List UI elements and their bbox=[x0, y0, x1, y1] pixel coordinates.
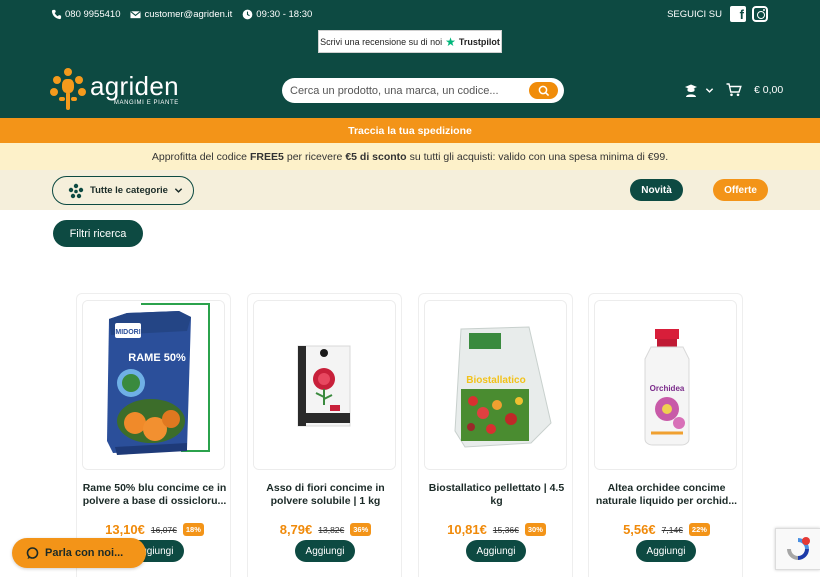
cart-icon[interactable] bbox=[726, 83, 742, 97]
add-to-cart-button[interactable]: Aggiungi bbox=[466, 540, 526, 562]
price-row: 8,79€ 13,82€ 36% bbox=[248, 522, 403, 537]
product-card[interactable]: MIDORI RAME 50% Rame 50% blu concime ce … bbox=[76, 293, 231, 577]
product-card[interactable]: Asso di fiori concime in polvere solubil… bbox=[247, 293, 402, 577]
trustpilot-text: Scrivi una recensione su di noi bbox=[320, 36, 443, 47]
promo-code: FREE5 bbox=[250, 150, 284, 163]
product-old-price: 7,14€ bbox=[661, 524, 683, 535]
product-image[interactable]: Biostallatico bbox=[424, 300, 567, 470]
account-cart-area: € 0,00 bbox=[683, 82, 783, 98]
trustpilot-review-link[interactable]: Scrivi una recensione su di noi ★ Trustp… bbox=[318, 30, 502, 53]
price-row: 13,10€ 16,07€ 18% bbox=[77, 522, 232, 537]
search-button[interactable] bbox=[529, 82, 558, 99]
email-contact[interactable]: customer@agriden.it bbox=[130, 9, 232, 20]
promo-banner: Approfitta del codice FREE5 per ricevere… bbox=[0, 143, 820, 170]
track-shipment-label: Traccia la tua spedizione bbox=[348, 124, 472, 137]
instagram-icon[interactable] bbox=[752, 6, 768, 22]
discount-badge: 18% bbox=[182, 523, 204, 536]
add-to-cart-button[interactable]: Aggiungi bbox=[295, 540, 355, 562]
product-old-price: 16,07€ bbox=[150, 524, 177, 535]
phone-contact[interactable]: 080 9955410 bbox=[51, 9, 120, 20]
product-card[interactable]: Biostallatico Biostallatico pellettato |… bbox=[418, 293, 573, 577]
hours-text: 09:30 - 18:30 bbox=[256, 9, 313, 20]
category-bar: Tutte le categorie Novità Offerte bbox=[0, 170, 820, 210]
add-to-cart-label: Aggiungi bbox=[476, 545, 516, 557]
discount-badge: 22% bbox=[688, 523, 710, 536]
phone-number: 080 9955410 bbox=[65, 9, 121, 20]
product-title[interactable]: Asso di fiori concime in polvere solubil… bbox=[252, 482, 399, 507]
social-links: SEGUICI SU f bbox=[667, 6, 768, 22]
search-bar bbox=[282, 78, 564, 103]
price-row: 5,56€ 7,14€ 22% bbox=[589, 522, 744, 537]
user-account-icon[interactable] bbox=[683, 82, 699, 98]
product-card[interactable]: Orchidea Altea orchidee concime naturale… bbox=[588, 293, 743, 577]
novita-label: Novità bbox=[641, 184, 672, 196]
logo-mark-icon bbox=[50, 68, 86, 110]
logo-name: agriden bbox=[90, 70, 179, 101]
add-to-cart-label: Aggiungi bbox=[305, 545, 345, 557]
search-icon bbox=[538, 85, 549, 96]
product-label-text: Biostallatico bbox=[466, 375, 525, 386]
recaptcha-icon bbox=[787, 537, 810, 560]
product-price: 8,79€ bbox=[279, 522, 313, 537]
product-title[interactable]: Biostallatico pellettato | 4.5 kg bbox=[423, 482, 570, 507]
product-image[interactable] bbox=[253, 300, 396, 470]
promo-text-2: per ricevere bbox=[286, 150, 343, 163]
product-price: 10,81€ bbox=[447, 522, 487, 537]
product-old-price: 15,36€ bbox=[492, 524, 519, 535]
add-to-cart-label: Aggiungi bbox=[646, 545, 686, 557]
email-address: customer@agriden.it bbox=[144, 9, 233, 20]
phone-icon bbox=[51, 9, 62, 20]
product-image[interactable]: Orchidea bbox=[594, 300, 737, 470]
all-categories-label: Tutte le categorie bbox=[90, 185, 168, 196]
product-price: 5,56€ bbox=[623, 522, 656, 537]
product-brand-text: MIDORI bbox=[115, 329, 140, 336]
chat-label: Parla con noi... bbox=[45, 547, 124, 559]
product-title[interactable]: Rame 50% blu concime ce in polvere a bas… bbox=[81, 482, 228, 507]
product-label-text: Orchidea bbox=[650, 384, 685, 393]
promo-amount: €5 di sconto bbox=[345, 150, 407, 163]
product-label-text: RAME 50% bbox=[128, 352, 186, 364]
chevron-down-icon[interactable] bbox=[705, 86, 714, 95]
discount-badge: 36% bbox=[350, 523, 372, 536]
offerte-button[interactable]: Offerte bbox=[713, 179, 768, 201]
search-filters-button[interactable]: Filtri ricerca bbox=[53, 220, 143, 247]
cart-total[interactable]: € 0,00 bbox=[754, 84, 783, 96]
search-input[interactable] bbox=[290, 84, 520, 97]
site-logo[interactable]: agriden MANGIMI E PIANTE bbox=[50, 68, 179, 110]
search-filters-label: Filtri ricerca bbox=[69, 227, 127, 240]
contact-info: 080 9955410 customer@agriden.it 09:30 - … bbox=[51, 9, 318, 20]
add-to-cart-button[interactable]: Aggiungi bbox=[636, 540, 696, 562]
product-old-price: 13,82€ bbox=[318, 524, 345, 535]
mail-icon bbox=[130, 11, 142, 19]
trustpilot-brand: Trustpilot bbox=[458, 36, 500, 47]
categories-icon bbox=[68, 183, 84, 198]
clock-icon bbox=[242, 9, 253, 20]
discount-badge: 30% bbox=[524, 523, 546, 536]
facebook-icon[interactable]: f bbox=[730, 6, 746, 22]
chevron-down-icon bbox=[174, 188, 183, 193]
promo-text-3: su tutti gli acquisti: valido con una sp… bbox=[409, 150, 669, 163]
site-header: 080 9955410 customer@agriden.it 09:30 - … bbox=[0, 0, 820, 118]
product-title[interactable]: Altea orchidee concime naturale liquido … bbox=[593, 482, 740, 507]
novita-button[interactable]: Novità bbox=[630, 179, 683, 201]
all-categories-button[interactable]: Tutte le categorie bbox=[52, 176, 194, 205]
promo-text-1: Approfitta del codice bbox=[151, 150, 248, 163]
offerte-label: Offerte bbox=[724, 184, 757, 196]
chat-widget-button[interactable]: Parla con noi... bbox=[12, 538, 146, 568]
price-row: 10,81€ 15,36€ 30% bbox=[419, 522, 574, 537]
product-image[interactable]: MIDORI RAME 50% bbox=[82, 300, 225, 470]
recaptcha-badge[interactable] bbox=[775, 528, 820, 570]
opening-hours: 09:30 - 18:30 bbox=[242, 9, 312, 20]
chat-bubble-icon bbox=[26, 546, 39, 559]
product-price: 13,10€ bbox=[105, 522, 145, 537]
track-shipment-bar[interactable]: Traccia la tua spedizione bbox=[0, 118, 820, 143]
follow-label: SEGUICI SU bbox=[667, 8, 722, 20]
trustpilot-star-icon: ★ bbox=[445, 34, 456, 49]
